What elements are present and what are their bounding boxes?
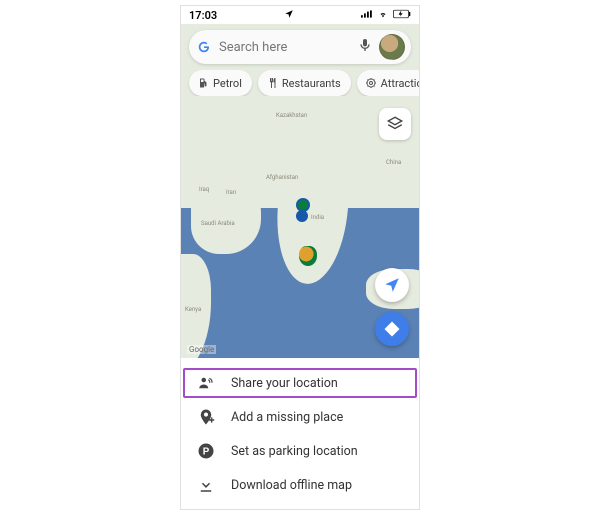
chip-attractions[interactable]: Attractions	[357, 70, 419, 96]
location-services-icon	[284, 9, 294, 22]
battery-icon	[393, 9, 411, 22]
map-pin[interactable]	[296, 210, 308, 222]
layers-button[interactable]	[379, 108, 411, 140]
phone-frame: 17:03 Kazakhstan China Afghanistan Iraq …	[180, 5, 420, 510]
chip-label: Restaurants	[282, 77, 341, 90]
country-label: Iraq	[199, 186, 209, 193]
attractions-icon	[365, 77, 377, 89]
sheet-parking[interactable]: P Set as parking location	[181, 434, 419, 468]
country-label: Afghanistan	[266, 174, 298, 181]
search-bar[interactable]: Search here	[189, 30, 411, 64]
download-icon	[197, 476, 215, 494]
search-placeholder: Search here	[219, 40, 357, 55]
status-time: 17:03	[189, 9, 217, 22]
avatar[interactable]	[379, 34, 405, 60]
share-location-icon	[197, 374, 215, 392]
sheet-row-label: Download offline map	[231, 478, 352, 493]
action-sheet: Share your location Add a missing place …	[181, 358, 419, 510]
microphone-icon[interactable]	[357, 37, 373, 57]
svg-text:P: P	[203, 446, 210, 457]
petrol-icon	[197, 77, 209, 89]
signal-icon	[361, 9, 373, 22]
directions-button[interactable]	[375, 312, 409, 346]
sheet-row-label: Set as parking location	[231, 444, 358, 459]
sheet-cancel[interactable]: Cancel	[181, 502, 419, 510]
country-label: Kenya	[185, 306, 201, 313]
restaurant-icon	[266, 77, 278, 89]
country-label: Iran	[226, 189, 236, 196]
map-canvas[interactable]: Kazakhstan China Afghanistan Iraq Iran I…	[181, 24, 419, 358]
category-chips: Petrol Restaurants Attractions ▮	[185, 70, 419, 96]
country-label: India	[311, 214, 324, 221]
map-pin-cluster[interactable]	[299, 246, 317, 266]
sheet-row-label: Share your location	[231, 376, 338, 391]
chip-label: Attractions	[381, 77, 419, 90]
country-label: China	[386, 159, 401, 166]
sheet-share-location[interactable]: Share your location	[181, 366, 419, 400]
map-attribution: Google	[187, 345, 216, 354]
chip-restaurants[interactable]: Restaurants	[258, 70, 351, 96]
status-bar: 17:03	[181, 6, 419, 24]
country-label: Kazakhstan	[276, 112, 307, 119]
sheet-offline-map[interactable]: Download offline map	[181, 468, 419, 502]
google-logo-icon	[197, 40, 211, 54]
chip-label: Petrol	[213, 77, 242, 90]
add-place-icon	[197, 408, 215, 426]
chip-petrol[interactable]: Petrol	[189, 70, 252, 96]
wifi-icon	[377, 9, 389, 22]
parking-icon: P	[197, 442, 215, 460]
country-label: Saudi Arabia	[201, 220, 235, 227]
my-location-button[interactable]	[375, 268, 409, 302]
sheet-add-place[interactable]: Add a missing place	[181, 400, 419, 434]
sheet-row-label: Add a missing place	[231, 410, 343, 425]
